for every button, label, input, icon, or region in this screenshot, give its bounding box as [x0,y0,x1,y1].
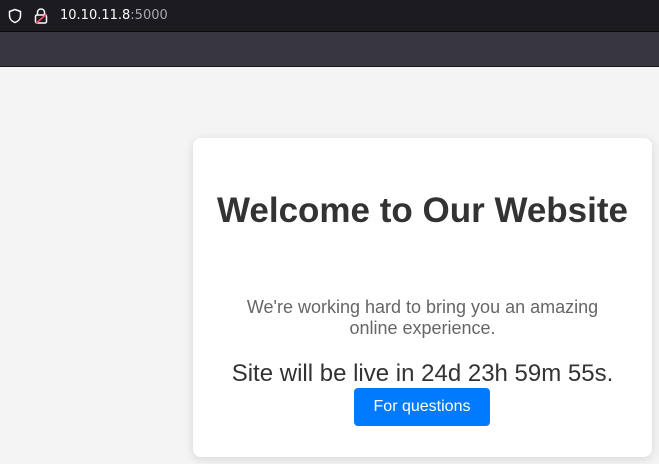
questions-button[interactable]: For questions [354,388,490,426]
address-bar: 10.10.11.8:5000 [0,0,659,32]
subtitle-text: We're working hard to bring you an amazi… [246,297,599,338]
page-viewport: Welcome to Our Website We're working har… [0,67,659,464]
shield-icon[interactable] [7,8,23,24]
content-card: Welcome to Our Website We're working har… [193,138,652,457]
insecure-lock-icon[interactable] [34,7,48,25]
page-title: Welcome to Our Website [216,191,628,230]
url-text[interactable]: 10.10.11.8:5000 [60,7,168,25]
url-host: 10.10.11.8 [60,8,131,23]
url-port: :5000 [130,8,168,23]
browser-toolbar [0,32,659,67]
countdown-text: Site will be live in 24d 23h 59m 55s. [231,360,614,387]
